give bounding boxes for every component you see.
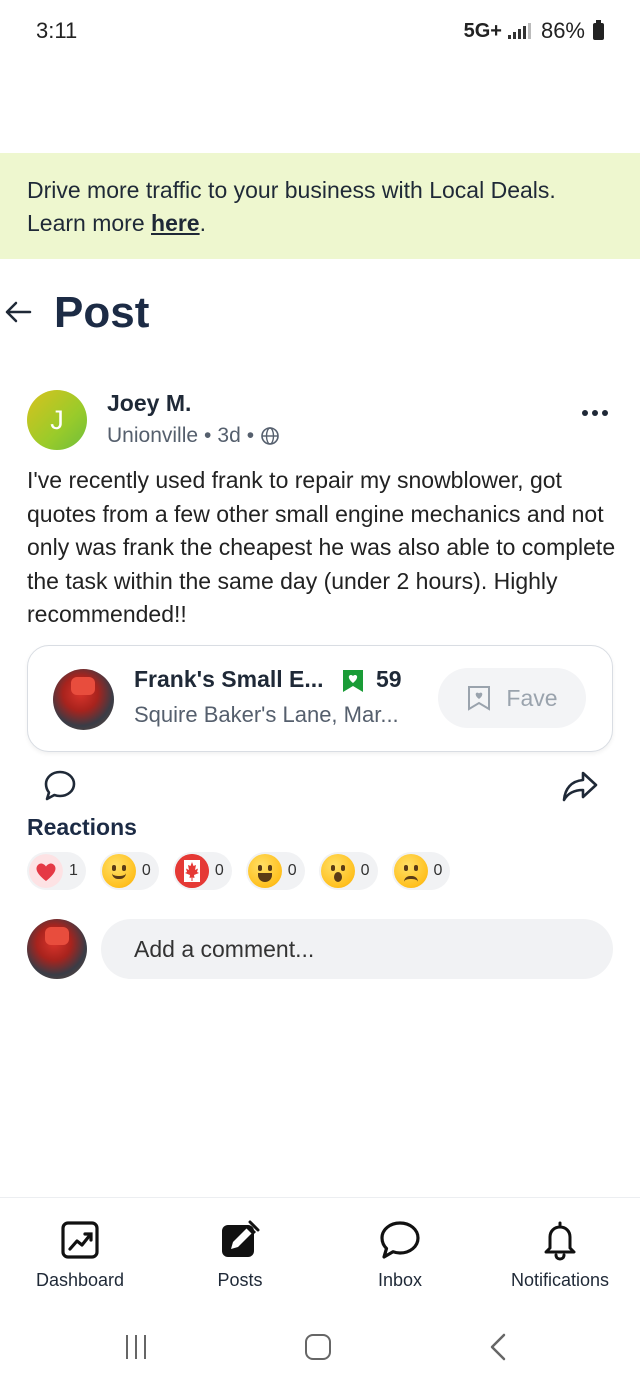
reaction-count: 0 (360, 862, 370, 879)
comment-input[interactable]: Add a comment... (101, 919, 613, 979)
nav-notifications[interactable]: Notifications (480, 1198, 640, 1306)
status-time: 3:11 (36, 18, 78, 43)
author-location: Unionville (107, 424, 199, 447)
reaction-grin[interactable]: 0 (245, 852, 305, 890)
smile-icon (101, 854, 136, 888)
post-age: 3d (217, 424, 241, 447)
nav-inbox[interactable]: Inbox (320, 1198, 480, 1306)
fave-label: Fave (506, 684, 558, 711)
status-bar: 3:11 5G+ 86% (0, 0, 640, 62)
surprised-icon (320, 854, 355, 888)
author-name[interactable]: Joey M. (107, 390, 191, 417)
home-icon[interactable] (305, 1334, 331, 1360)
reaction-count: 0 (433, 862, 443, 879)
reaction-count: 0 (287, 862, 297, 879)
post-meta: Unionville • 3d • (107, 424, 280, 448)
reaction-surprised[interactable]: 0 (318, 852, 378, 890)
business-address: Squire Baker's Lane, Mar... (134, 702, 399, 727)
more-options-icon[interactable] (582, 410, 608, 416)
battery-icon (593, 19, 604, 40)
canada-icon (174, 854, 209, 888)
promo-text: Drive more traffic to your business with… (27, 177, 556, 236)
meta-separator: • (246, 424, 255, 447)
reaction-sad[interactable]: 0 (391, 852, 451, 890)
bookmark-heart-icon (468, 686, 491, 711)
reaction-count: 0 (141, 862, 151, 879)
promo-banner: Drive more traffic to your business with… (0, 153, 640, 259)
status-indicators: 5G+ 86% (464, 18, 604, 44)
post-screen: 3:11 5G+ 86% Drive more traffic to your … (0, 0, 640, 1388)
reaction-count: 1 (69, 862, 78, 879)
system-nav-bar (0, 1305, 640, 1388)
reactions-bar: 1 0 0 0 0 0 (27, 852, 451, 890)
sad-icon (393, 854, 428, 888)
reaction-canada[interactable]: 0 (172, 852, 232, 890)
nav-dashboard[interactable]: Dashboard (0, 1198, 160, 1306)
reaction-count: 0 (214, 862, 224, 879)
business-name: Frank's Small E... (134, 666, 324, 692)
system-back-icon[interactable] (488, 1333, 508, 1361)
battery-percent: 86% (540, 18, 585, 43)
page-header: Post (0, 286, 640, 346)
comment-icon[interactable] (42, 768, 78, 804)
post-body: I've recently used frank to repair my sn… (27, 467, 616, 627)
reactions-label: Reactions (27, 814, 137, 840)
bell-icon (544, 1221, 576, 1261)
business-card[interactable]: Frank's Small E... 59 Squire Baker's Lan… (27, 645, 613, 752)
promo-suffix: . (199, 210, 206, 236)
network-type: 5G+ (463, 19, 502, 42)
share-icon[interactable] (561, 768, 599, 804)
grin-icon (247, 854, 282, 888)
nav-label: Notifications (510, 1270, 610, 1290)
business-avatar (53, 669, 114, 730)
nav-label: Posts (217, 1270, 263, 1290)
recent-apps-icon[interactable] (126, 1335, 146, 1359)
fave-count: 59 (376, 666, 402, 692)
back-arrow-icon[interactable] (2, 296, 34, 328)
user-avatar (27, 919, 87, 979)
dashboard-icon (61, 1221, 99, 1259)
reaction-smile[interactable]: 0 (99, 852, 159, 890)
nav-posts[interactable]: Posts (160, 1198, 320, 1306)
meta-separator: • (204, 424, 212, 447)
page-title: Post (54, 288, 150, 337)
bottom-nav: Dashboard Posts Inbox Notifications (0, 1197, 640, 1305)
author-avatar[interactable]: J (27, 390, 87, 450)
nav-label: Dashboard (35, 1270, 125, 1290)
promo-link[interactable]: here (151, 210, 200, 236)
heart-icon (29, 854, 63, 888)
reaction-heart[interactable]: 1 (27, 852, 86, 890)
fave-badge-icon (343, 670, 363, 692)
globe-icon (261, 427, 279, 445)
nav-label: Inbox (377, 1270, 423, 1290)
signal-icon (507, 23, 531, 39)
posts-icon (222, 1220, 260, 1257)
fave-button[interactable]: Fave (438, 668, 586, 728)
inbox-icon (380, 1221, 420, 1259)
